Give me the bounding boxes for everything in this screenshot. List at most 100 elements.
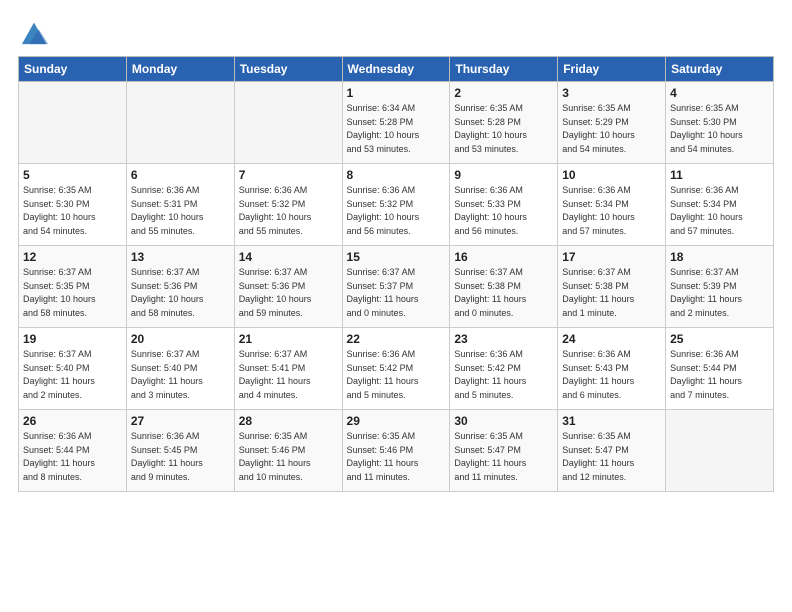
logo bbox=[18, 18, 48, 46]
day-info: Sunrise: 6:36 AM Sunset: 5:42 PM Dayligh… bbox=[454, 348, 553, 402]
day-number: 31 bbox=[562, 414, 661, 428]
week-row-1: 1 Sunrise: 6:34 AM Sunset: 5:28 PM Daylig… bbox=[19, 82, 774, 164]
day-info: Sunrise: 6:37 AM Sunset: 5:38 PM Dayligh… bbox=[454, 266, 553, 320]
weekday-header-monday: Monday bbox=[126, 57, 234, 82]
calendar-table: SundayMondayTuesdayWednesdayThursdayFrid… bbox=[18, 56, 774, 492]
day-info: Sunrise: 6:35 AM Sunset: 5:30 PM Dayligh… bbox=[670, 102, 769, 156]
day-number: 16 bbox=[454, 250, 553, 264]
day-cell: 9Sunrise: 6:36 AM Sunset: 5:33 PM Daylig… bbox=[450, 164, 558, 246]
day-number: 4 bbox=[670, 86, 769, 100]
day-info: Sunrise: 6:35 AM Sunset: 5:30 PM Dayligh… bbox=[23, 184, 122, 238]
header bbox=[18, 18, 774, 46]
day-number: 25 bbox=[670, 332, 769, 346]
day-cell: 15Sunrise: 6:37 AM Sunset: 5:37 PM Dayli… bbox=[342, 246, 450, 328]
day-number: 1 bbox=[347, 86, 446, 100]
day-cell: 30 Sunrise: 6:35 AM Sunset: 5:47 PM Dayli… bbox=[450, 410, 558, 492]
day-cell: 17 Sunrise: 6:37 AM Sunset: 5:38 PM Dayli… bbox=[558, 246, 666, 328]
day-info: Sunrise: 6:37 AM Sunset: 5:36 PM Dayligh… bbox=[131, 266, 230, 320]
day-info: Sunrise: 6:37 AM Sunset: 5:38 PM Dayligh… bbox=[562, 266, 661, 320]
day-cell: 29 Sunrise: 6:35 AM Sunset: 5:46 PM Dayli… bbox=[342, 410, 450, 492]
day-info: Sunrise: 6:36 AM Sunset: 5:34 PM Dayligh… bbox=[562, 184, 661, 238]
day-info: Sunrise: 6:36 AM Sunset: 5:44 PM Dayligh… bbox=[670, 348, 769, 402]
weekday-header-wednesday: Wednesday bbox=[342, 57, 450, 82]
weekday-header-tuesday: Tuesday bbox=[234, 57, 342, 82]
day-cell: 8 Sunrise: 6:36 AM Sunset: 5:32 PM Daylig… bbox=[342, 164, 450, 246]
day-info: Sunrise: 6:37 AM Sunset: 5:35 PM Dayligh… bbox=[23, 266, 122, 320]
weekday-header-friday: Friday bbox=[558, 57, 666, 82]
day-info: Sunrise: 6:35 AM Sunset: 5:29 PM Dayligh… bbox=[562, 102, 661, 156]
day-cell: 11 Sunrise: 6:36 AM Sunset: 5:34 PM Dayli… bbox=[666, 164, 774, 246]
weekday-header-sunday: Sunday bbox=[19, 57, 127, 82]
weekday-header-saturday: Saturday bbox=[666, 57, 774, 82]
day-cell: 13 Sunrise: 6:37 AM Sunset: 5:36 PM Dayli… bbox=[126, 246, 234, 328]
day-info: Sunrise: 6:36 AM Sunset: 5:32 PM Dayligh… bbox=[239, 184, 338, 238]
day-info: Sunrise: 6:35 AM Sunset: 5:47 PM Dayligh… bbox=[454, 430, 553, 484]
day-info: Sunrise: 6:37 AM Sunset: 5:36 PM Dayligh… bbox=[239, 266, 338, 320]
day-number: 17 bbox=[562, 250, 661, 264]
day-info: Sunrise: 6:36 AM Sunset: 5:44 PM Dayligh… bbox=[23, 430, 122, 484]
day-info: Sunrise: 6:35 AM Sunset: 5:46 PM Dayligh… bbox=[347, 430, 446, 484]
day-info: Sunrise: 6:34 AM Sunset: 5:28 PM Dayligh… bbox=[347, 102, 446, 156]
week-row-4: 19 Sunrise: 6:37 AM Sunset: 5:40 PM Dayli… bbox=[19, 328, 774, 410]
logo-icon bbox=[20, 18, 48, 46]
day-info: Sunrise: 6:36 AM Sunset: 5:45 PM Dayligh… bbox=[131, 430, 230, 484]
day-number: 10 bbox=[562, 168, 661, 182]
day-number: 18 bbox=[670, 250, 769, 264]
day-number: 19 bbox=[23, 332, 122, 346]
day-number: 20 bbox=[131, 332, 230, 346]
day-number: 11 bbox=[670, 168, 769, 182]
week-row-2: 5Sunrise: 6:35 AM Sunset: 5:30 PM Daylig… bbox=[19, 164, 774, 246]
day-cell: 24Sunrise: 6:36 AM Sunset: 5:43 PM Dayli… bbox=[558, 328, 666, 410]
weekday-header-thursday: Thursday bbox=[450, 57, 558, 82]
day-info: Sunrise: 6:36 AM Sunset: 5:34 PM Dayligh… bbox=[670, 184, 769, 238]
day-cell: 16 Sunrise: 6:37 AM Sunset: 5:38 PM Dayli… bbox=[450, 246, 558, 328]
day-info: Sunrise: 6:36 AM Sunset: 5:42 PM Dayligh… bbox=[347, 348, 446, 402]
day-cell: 12Sunrise: 6:37 AM Sunset: 5:35 PM Dayli… bbox=[19, 246, 127, 328]
day-number: 21 bbox=[239, 332, 338, 346]
day-cell: 31 Sunrise: 6:35 AM Sunset: 5:47 PM Dayli… bbox=[558, 410, 666, 492]
day-cell: 19 Sunrise: 6:37 AM Sunset: 5:40 PM Dayli… bbox=[19, 328, 127, 410]
day-cell bbox=[126, 82, 234, 164]
day-number: 26 bbox=[23, 414, 122, 428]
day-cell: 28 Sunrise: 6:35 AM Sunset: 5:46 PM Dayli… bbox=[234, 410, 342, 492]
day-cell: 6 Sunrise: 6:36 AM Sunset: 5:31 PM Daylig… bbox=[126, 164, 234, 246]
day-number: 22 bbox=[347, 332, 446, 346]
day-number: 29 bbox=[347, 414, 446, 428]
day-cell: 20 Sunrise: 6:37 AM Sunset: 5:40 PM Dayli… bbox=[126, 328, 234, 410]
day-cell: 5Sunrise: 6:35 AM Sunset: 5:30 PM Daylig… bbox=[19, 164, 127, 246]
day-info: Sunrise: 6:36 AM Sunset: 5:31 PM Dayligh… bbox=[131, 184, 230, 238]
week-row-5: 26 Sunrise: 6:36 AM Sunset: 5:44 PM Dayli… bbox=[19, 410, 774, 492]
day-number: 15 bbox=[347, 250, 446, 264]
calendar-page: SundayMondayTuesdayWednesdayThursdayFrid… bbox=[0, 0, 792, 612]
day-info: Sunrise: 6:37 AM Sunset: 5:40 PM Dayligh… bbox=[131, 348, 230, 402]
day-number: 24 bbox=[562, 332, 661, 346]
day-number: 6 bbox=[131, 168, 230, 182]
day-info: Sunrise: 6:36 AM Sunset: 5:32 PM Dayligh… bbox=[347, 184, 446, 238]
day-number: 14 bbox=[239, 250, 338, 264]
day-info: Sunrise: 6:37 AM Sunset: 5:39 PM Dayligh… bbox=[670, 266, 769, 320]
day-info: Sunrise: 6:37 AM Sunset: 5:41 PM Dayligh… bbox=[239, 348, 338, 402]
day-cell: 7Sunrise: 6:36 AM Sunset: 5:32 PM Daylig… bbox=[234, 164, 342, 246]
day-cell: 26 Sunrise: 6:36 AM Sunset: 5:44 PM Dayli… bbox=[19, 410, 127, 492]
day-info: Sunrise: 6:35 AM Sunset: 5:47 PM Dayligh… bbox=[562, 430, 661, 484]
day-info: Sunrise: 6:37 AM Sunset: 5:40 PM Dayligh… bbox=[23, 348, 122, 402]
day-cell: 1 Sunrise: 6:34 AM Sunset: 5:28 PM Daylig… bbox=[342, 82, 450, 164]
day-number: 8 bbox=[347, 168, 446, 182]
week-row-3: 12Sunrise: 6:37 AM Sunset: 5:35 PM Dayli… bbox=[19, 246, 774, 328]
day-cell: 10 Sunrise: 6:36 AM Sunset: 5:34 PM Dayli… bbox=[558, 164, 666, 246]
day-cell: 2Sunrise: 6:35 AM Sunset: 5:28 PM Daylig… bbox=[450, 82, 558, 164]
weekday-header-row: SundayMondayTuesdayWednesdayThursdayFrid… bbox=[19, 57, 774, 82]
day-cell: 23Sunrise: 6:36 AM Sunset: 5:42 PM Dayli… bbox=[450, 328, 558, 410]
day-number: 28 bbox=[239, 414, 338, 428]
day-cell: 21 Sunrise: 6:37 AM Sunset: 5:41 PM Dayli… bbox=[234, 328, 342, 410]
day-info: Sunrise: 6:35 AM Sunset: 5:46 PM Dayligh… bbox=[239, 430, 338, 484]
day-cell: 25 Sunrise: 6:36 AM Sunset: 5:44 PM Dayli… bbox=[666, 328, 774, 410]
day-cell bbox=[666, 410, 774, 492]
day-info: Sunrise: 6:36 AM Sunset: 5:33 PM Dayligh… bbox=[454, 184, 553, 238]
day-cell: 27Sunrise: 6:36 AM Sunset: 5:45 PM Dayli… bbox=[126, 410, 234, 492]
day-number: 13 bbox=[131, 250, 230, 264]
day-cell: 18 Sunrise: 6:37 AM Sunset: 5:39 PM Dayli… bbox=[666, 246, 774, 328]
day-cell bbox=[234, 82, 342, 164]
day-number: 2 bbox=[454, 86, 553, 100]
day-number: 30 bbox=[454, 414, 553, 428]
